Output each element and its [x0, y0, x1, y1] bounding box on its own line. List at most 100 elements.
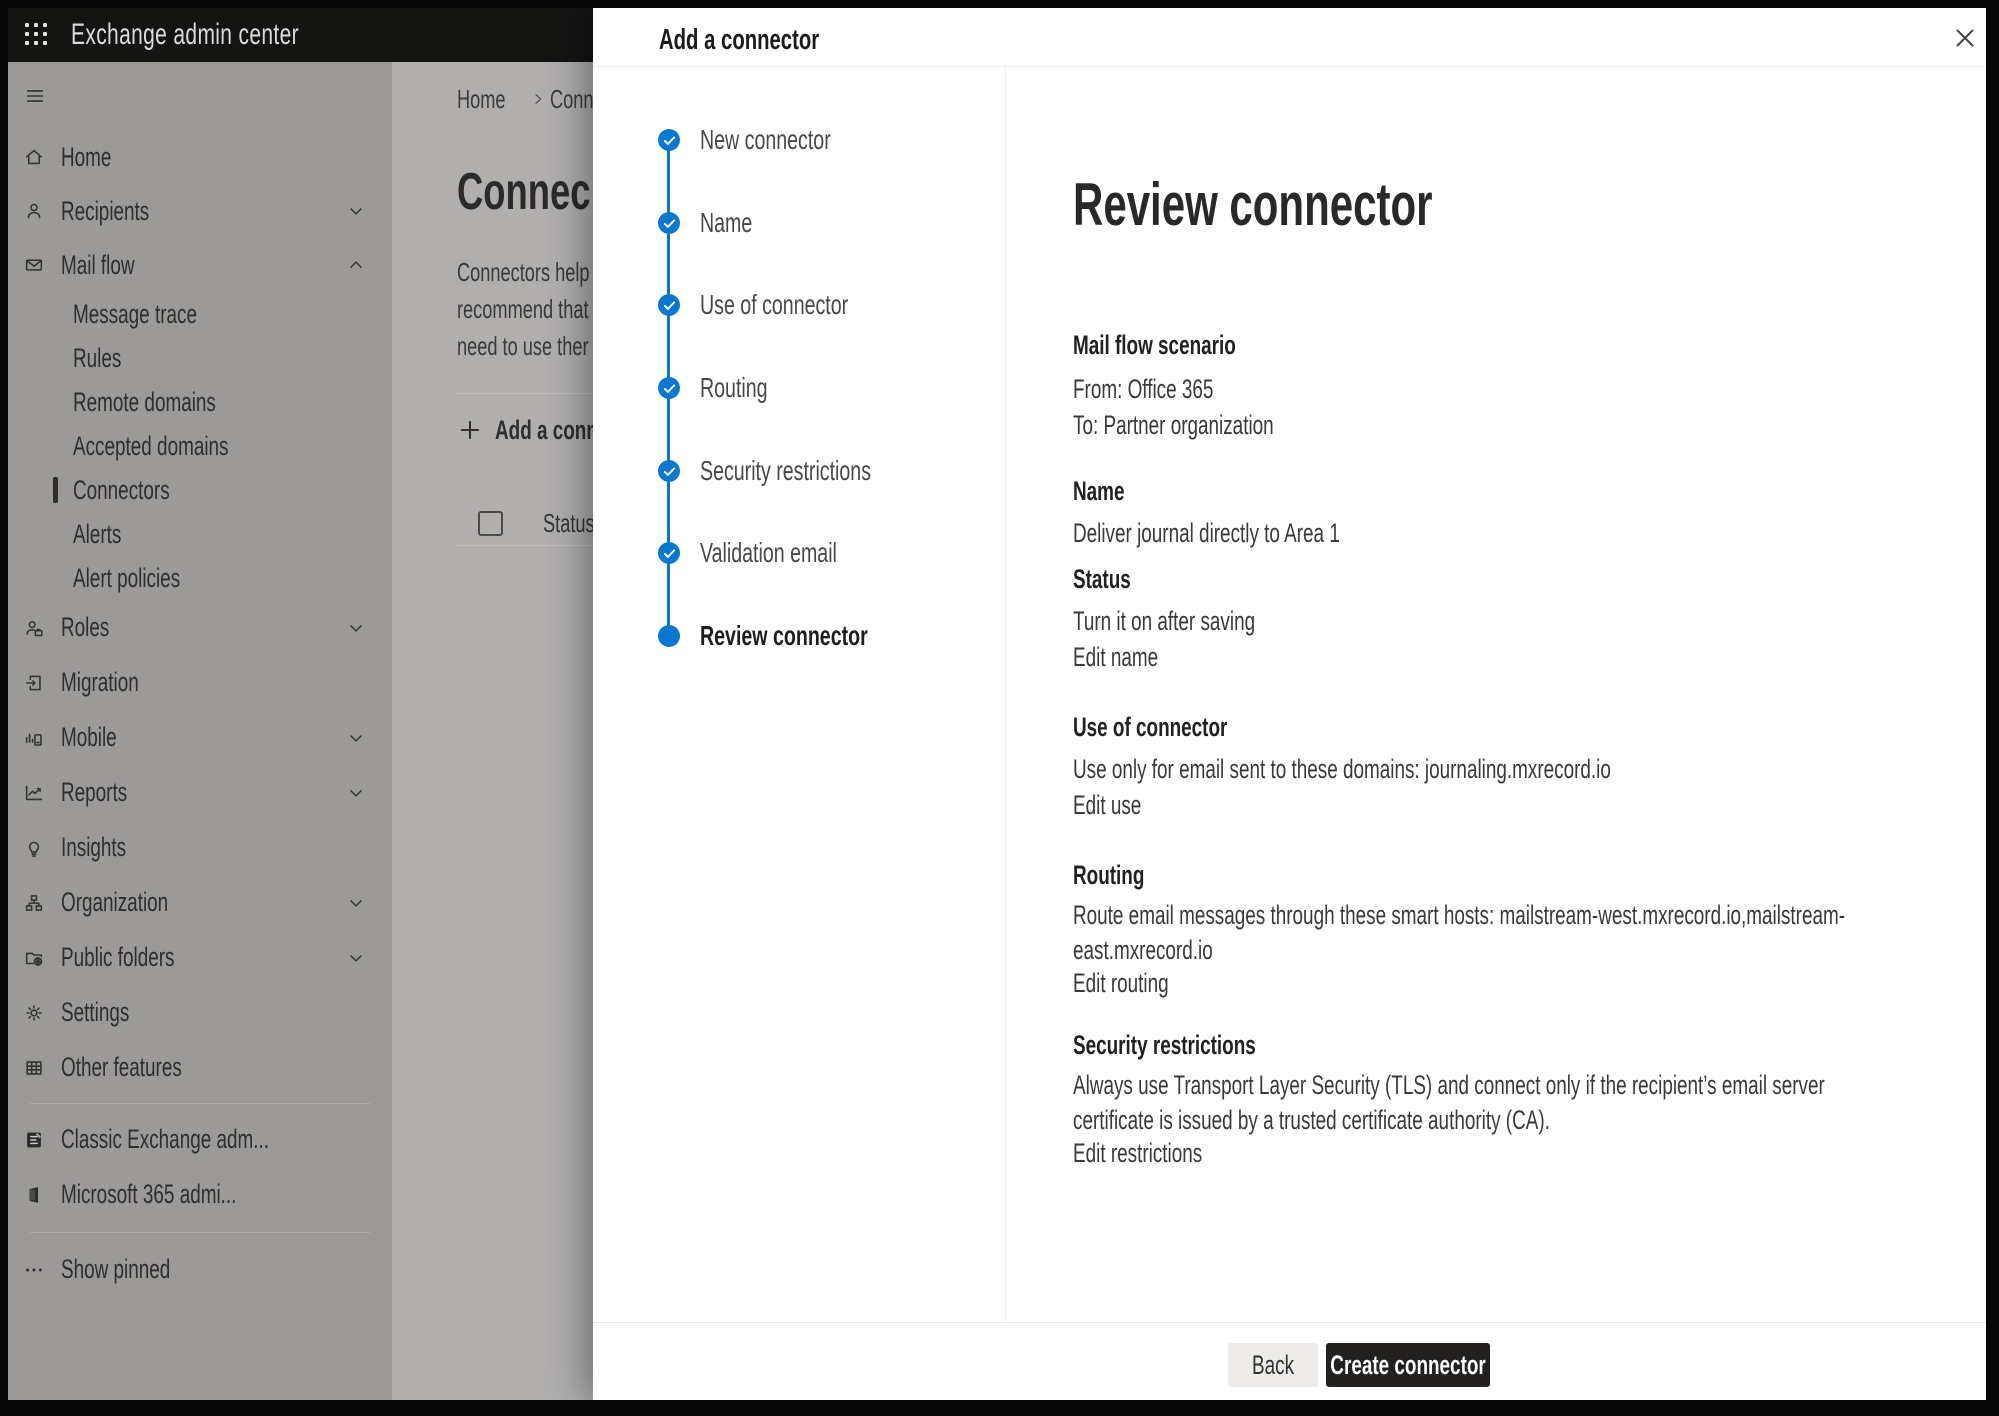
step-label: Security restrictions	[700, 455, 871, 487]
step-name[interactable]: Name	[658, 212, 775, 234]
sidebar-item-label: Rules	[73, 343, 121, 374]
close-icon	[1950, 23, 1980, 53]
public-folders-icon	[23, 947, 45, 969]
breadcrumb-chevron-icon	[530, 91, 546, 107]
insights-icon	[23, 837, 45, 859]
step-complete-icon	[658, 460, 680, 482]
step-complete-icon	[658, 129, 680, 151]
step-label: Name	[700, 207, 752, 239]
step-label: Review connector	[700, 620, 868, 652]
chevron-down-icon	[346, 201, 366, 221]
sidebar: Home Recipients Mail flow Message trace …	[8, 62, 392, 1400]
sidebar-item-label: Accepted domains	[73, 431, 228, 462]
sidebar-item-accepted-domains[interactable]: Accepted domains	[8, 424, 392, 468]
sidebar-item-label: Connectors	[73, 475, 170, 506]
sidebar-item-label: Settings	[61, 997, 129, 1028]
sidebar-item-settings[interactable]: Settings	[8, 985, 392, 1040]
footer-divider	[593, 1322, 1986, 1323]
home-icon	[23, 146, 45, 168]
sidebar-item-organization[interactable]: Organization	[8, 875, 392, 930]
sidebar-divider	[30, 1232, 370, 1233]
sidebar-item-connectors[interactable]: Connectors	[8, 468, 392, 512]
close-button[interactable]	[1945, 18, 1985, 58]
sidebar-item-recipients[interactable]: Recipients	[8, 184, 392, 238]
plus-icon	[457, 417, 483, 443]
step-use-of-connector[interactable]: Use of connector	[658, 294, 912, 316]
sidebar-item-microsoft-365[interactable]: Microsoft 365 admi...	[8, 1167, 392, 1222]
step-complete-icon	[658, 542, 680, 564]
sidebar-item-remote-domains[interactable]: Remote domains	[8, 380, 392, 424]
gear-icon	[23, 1002, 45, 1024]
security-value-line2: certificate is issued by a trusted certi…	[1073, 1105, 1550, 1136]
sidebar-item-alerts[interactable]: Alerts	[8, 512, 392, 556]
sidebar-item-public-folders[interactable]: Public folders	[8, 930, 392, 985]
chevron-down-icon	[346, 783, 366, 803]
sidebar-item-mail-flow[interactable]: Mail flow	[8, 238, 392, 292]
dialog-header-divider	[593, 66, 1986, 67]
person-icon	[23, 200, 45, 222]
breadcrumb-home[interactable]: Home	[457, 84, 506, 115]
mail-flow-from: From: Office 365	[1073, 374, 1213, 405]
step-label: Validation email	[700, 537, 837, 569]
mail-flow-to: To: Partner organization	[1073, 410, 1274, 441]
chevron-down-icon	[346, 893, 366, 913]
sidebar-item-migration[interactable]: Migration	[8, 655, 392, 710]
sidebar-item-other-features[interactable]: Other features	[8, 1040, 392, 1095]
step-complete-icon	[658, 377, 680, 399]
edit-use-link[interactable]: Edit use	[1073, 790, 1171, 821]
sidebar-item-label: Alert policies	[73, 563, 180, 594]
stepper-divider	[1005, 67, 1006, 1322]
step-new-connector[interactable]: New connector	[658, 129, 887, 151]
use-of-connector-value: Use only for email sent to these domains…	[1073, 754, 1611, 785]
status-column-header: Status	[543, 508, 595, 539]
step-label: Routing	[700, 372, 768, 404]
section-heading: Name	[1073, 476, 1124, 507]
back-button[interactable]: Back	[1228, 1343, 1318, 1387]
menu-toggle-button[interactable]	[8, 62, 392, 130]
page-title: Connec	[457, 162, 590, 222]
sidebar-item-classic-exchange[interactable]: Classic Exchange adm...	[8, 1112, 392, 1167]
sidebar-item-label: Organization	[61, 887, 168, 918]
sidebar-item-roles[interactable]: Roles	[8, 600, 392, 655]
edit-restrictions-link[interactable]: Edit restrictions	[1073, 1138, 1258, 1169]
status-value: Turn it on after saving	[1073, 606, 1255, 637]
sidebar-item-label: Classic Exchange adm...	[61, 1124, 269, 1155]
sidebar-item-reports[interactable]: Reports	[8, 765, 392, 820]
step-routing[interactable]: Routing	[658, 377, 797, 399]
roles-icon	[23, 617, 45, 639]
section-heading: Routing	[1073, 860, 1144, 891]
routing-value-line1: Route email messages through these smart…	[1073, 900, 1845, 931]
mail-icon	[23, 254, 45, 276]
step-validation-email[interactable]: Validation email	[658, 542, 896, 564]
sidebar-item-alert-policies[interactable]: Alert policies	[8, 556, 392, 600]
sidebar-item-show-pinned[interactable]: Show pinned	[8, 1242, 392, 1297]
sidebar-item-mobile[interactable]: Mobile	[8, 710, 392, 765]
mobile-icon	[23, 727, 45, 749]
edit-name-link[interactable]: Edit name	[1073, 642, 1195, 673]
sidebar-item-message-trace[interactable]: Message trace	[8, 292, 392, 336]
chevron-down-icon	[346, 728, 366, 748]
selected-indicator	[53, 477, 58, 503]
classic-exchange-icon	[23, 1129, 45, 1151]
step-label: New connector	[700, 124, 831, 156]
step-review-connector[interactable]: Review connector	[658, 625, 940, 647]
microsoft-365-icon	[23, 1184, 45, 1206]
review-heading: Review connector	[1073, 170, 1432, 239]
sidebar-divider	[30, 1103, 370, 1104]
select-all-checkbox[interactable]	[478, 511, 503, 536]
create-connector-button[interactable]: Create connector	[1326, 1343, 1490, 1387]
sidebar-item-label: Alerts	[73, 519, 121, 550]
sidebar-item-home[interactable]: Home	[8, 130, 392, 184]
ellipsis-icon	[23, 1259, 45, 1281]
app-launcher-icon[interactable]	[25, 23, 49, 47]
grid-icon	[23, 1057, 45, 1079]
sidebar-item-rules[interactable]: Rules	[8, 336, 392, 380]
security-value-line1: Always use Transport Layer Security (TLS…	[1073, 1070, 1825, 1101]
sidebar-item-insights[interactable]: Insights	[8, 820, 392, 875]
step-security-restrictions[interactable]: Security restrictions	[658, 460, 944, 482]
edit-routing-link[interactable]: Edit routing	[1073, 968, 1210, 999]
chevron-down-icon	[346, 618, 366, 638]
dialog-title: Add a connector	[659, 24, 819, 57]
section-heading: Mail flow scenario	[1073, 330, 1236, 361]
organization-icon	[23, 892, 45, 914]
